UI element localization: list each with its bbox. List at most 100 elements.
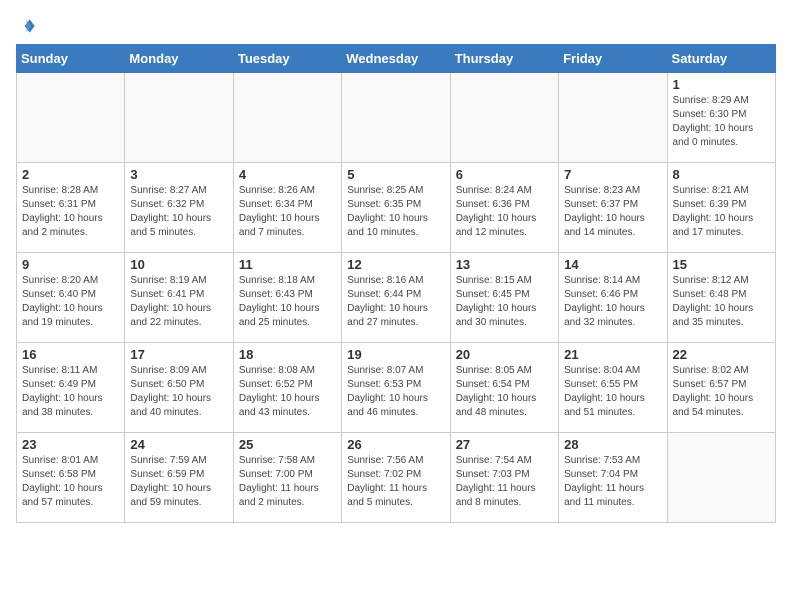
col-header-thursday: Thursday	[450, 45, 558, 73]
day-number: 13	[456, 257, 553, 272]
col-header-friday: Friday	[559, 45, 667, 73]
calendar-cell: 3 Sunrise: 8:27 AM Sunset: 6:32 PM Daylig…	[125, 163, 233, 253]
calendar-cell	[125, 73, 233, 163]
calendar-cell: 1 Sunrise: 8:29 AM Sunset: 6:30 PM Daylig…	[667, 73, 775, 163]
day-number: 7	[564, 167, 661, 182]
calendar-cell: 26 Sunrise: 7:56 AM Sunset: 7:02 PM Dayli…	[342, 433, 450, 523]
calendar-cell: 20 Sunrise: 8:05 AM Sunset: 6:54 PM Dayli…	[450, 343, 558, 433]
day-number: 20	[456, 347, 553, 362]
col-header-wednesday: Wednesday	[342, 45, 450, 73]
day-number: 11	[239, 257, 336, 272]
day-info: Sunrise: 7:56 AM Sunset: 7:02 PM Dayligh…	[347, 454, 444, 510]
calendar-cell	[342, 73, 450, 163]
day-info: Sunrise: 7:59 AM Sunset: 6:59 PM Dayligh…	[130, 454, 227, 510]
day-info: Sunrise: 8:12 AM Sunset: 6:48 PM Dayligh…	[673, 274, 770, 330]
week-row-0: 1 Sunrise: 8:29 AM Sunset: 6:30 PM Daylig…	[17, 73, 776, 163]
day-number: 9	[22, 257, 119, 272]
day-number: 12	[347, 257, 444, 272]
calendar-cell: 22 Sunrise: 8:02 AM Sunset: 6:57 PM Dayli…	[667, 343, 775, 433]
day-info: Sunrise: 8:05 AM Sunset: 6:54 PM Dayligh…	[456, 364, 553, 420]
calendar-cell: 5 Sunrise: 8:25 AM Sunset: 6:35 PM Daylig…	[342, 163, 450, 253]
calendar-header-row: SundayMondayTuesdayWednesdayThursdayFrid…	[17, 45, 776, 73]
header	[16, 16, 776, 36]
day-info: Sunrise: 8:26 AM Sunset: 6:34 PM Dayligh…	[239, 184, 336, 240]
calendar-cell: 16 Sunrise: 8:11 AM Sunset: 6:49 PM Dayli…	[17, 343, 125, 433]
day-number: 19	[347, 347, 444, 362]
calendar-cell: 28 Sunrise: 7:53 AM Sunset: 7:04 PM Dayli…	[559, 433, 667, 523]
calendar-cell: 27 Sunrise: 7:54 AM Sunset: 7:03 PM Dayli…	[450, 433, 558, 523]
day-number: 26	[347, 437, 444, 452]
day-number: 8	[673, 167, 770, 182]
logo-icon	[18, 16, 38, 36]
day-info: Sunrise: 8:15 AM Sunset: 6:45 PM Dayligh…	[456, 274, 553, 330]
calendar-cell: 21 Sunrise: 8:04 AM Sunset: 6:55 PM Dayli…	[559, 343, 667, 433]
day-info: Sunrise: 8:20 AM Sunset: 6:40 PM Dayligh…	[22, 274, 119, 330]
day-info: Sunrise: 8:02 AM Sunset: 6:57 PM Dayligh…	[673, 364, 770, 420]
day-info: Sunrise: 8:28 AM Sunset: 6:31 PM Dayligh…	[22, 184, 119, 240]
day-number: 10	[130, 257, 227, 272]
day-number: 22	[673, 347, 770, 362]
col-header-sunday: Sunday	[17, 45, 125, 73]
day-info: Sunrise: 8:23 AM Sunset: 6:37 PM Dayligh…	[564, 184, 661, 240]
day-info: Sunrise: 8:01 AM Sunset: 6:58 PM Dayligh…	[22, 454, 119, 510]
day-info: Sunrise: 8:09 AM Sunset: 6:50 PM Dayligh…	[130, 364, 227, 420]
day-info: Sunrise: 8:08 AM Sunset: 6:52 PM Dayligh…	[239, 364, 336, 420]
calendar-cell: 12 Sunrise: 8:16 AM Sunset: 6:44 PM Dayli…	[342, 253, 450, 343]
calendar-cell: 4Sunrise: 8:26 AM Sunset: 6:34 PM Daylig…	[233, 163, 341, 253]
day-info: Sunrise: 8:18 AM Sunset: 6:43 PM Dayligh…	[239, 274, 336, 330]
day-info: Sunrise: 8:25 AM Sunset: 6:35 PM Dayligh…	[347, 184, 444, 240]
calendar-cell	[667, 433, 775, 523]
day-number: 28	[564, 437, 661, 452]
day-number: 17	[130, 347, 227, 362]
calendar-cell: 6 Sunrise: 8:24 AM Sunset: 6:36 PM Daylig…	[450, 163, 558, 253]
day-info: Sunrise: 8:11 AM Sunset: 6:49 PM Dayligh…	[22, 364, 119, 420]
calendar-cell: 7 Sunrise: 8:23 AM Sunset: 6:37 PM Daylig…	[559, 163, 667, 253]
day-number: 2	[22, 167, 119, 182]
day-number: 1	[673, 77, 770, 92]
calendar-cell: 10Sunrise: 8:19 AM Sunset: 6:41 PM Dayli…	[125, 253, 233, 343]
calendar-cell	[450, 73, 558, 163]
day-number: 24	[130, 437, 227, 452]
day-info: Sunrise: 8:07 AM Sunset: 6:53 PM Dayligh…	[347, 364, 444, 420]
calendar-cell	[17, 73, 125, 163]
calendar-cell: 19 Sunrise: 8:07 AM Sunset: 6:53 PM Dayli…	[342, 343, 450, 433]
calendar-cell	[559, 73, 667, 163]
day-number: 6	[456, 167, 553, 182]
day-info: Sunrise: 8:04 AM Sunset: 6:55 PM Dayligh…	[564, 364, 661, 420]
calendar-cell: 17 Sunrise: 8:09 AM Sunset: 6:50 PM Dayli…	[125, 343, 233, 433]
calendar-cell: 13 Sunrise: 8:15 AM Sunset: 6:45 PM Dayli…	[450, 253, 558, 343]
calendar-cell	[233, 73, 341, 163]
calendar-cell: 18Sunrise: 8:08 AM Sunset: 6:52 PM Dayli…	[233, 343, 341, 433]
day-info: Sunrise: 8:21 AM Sunset: 6:39 PM Dayligh…	[673, 184, 770, 240]
week-row-1: 2 Sunrise: 8:28 AM Sunset: 6:31 PM Daylig…	[17, 163, 776, 253]
day-number: 5	[347, 167, 444, 182]
logo	[16, 16, 38, 36]
day-number: 21	[564, 347, 661, 362]
day-number: 15	[673, 257, 770, 272]
calendar-cell: 23 Sunrise: 8:01 AM Sunset: 6:58 PM Dayli…	[17, 433, 125, 523]
day-number: 27	[456, 437, 553, 452]
day-number: 16	[22, 347, 119, 362]
calendar-cell: 2 Sunrise: 8:28 AM Sunset: 6:31 PM Daylig…	[17, 163, 125, 253]
calendar-cell: 9 Sunrise: 8:20 AM Sunset: 6:40 PM Daylig…	[17, 253, 125, 343]
day-info: Sunrise: 7:54 AM Sunset: 7:03 PM Dayligh…	[456, 454, 553, 510]
week-row-4: 23 Sunrise: 8:01 AM Sunset: 6:58 PM Dayli…	[17, 433, 776, 523]
calendar-cell: 15 Sunrise: 8:12 AM Sunset: 6:48 PM Dayli…	[667, 253, 775, 343]
day-number: 23	[22, 437, 119, 452]
day-info: Sunrise: 8:16 AM Sunset: 6:44 PM Dayligh…	[347, 274, 444, 330]
day-info: Sunrise: 8:14 AM Sunset: 6:46 PM Dayligh…	[564, 274, 661, 330]
calendar-cell: 14 Sunrise: 8:14 AM Sunset: 6:46 PM Dayli…	[559, 253, 667, 343]
week-row-2: 9 Sunrise: 8:20 AM Sunset: 6:40 PM Daylig…	[17, 253, 776, 343]
calendar-cell: 25Sunrise: 7:58 AM Sunset: 7:00 PM Dayli…	[233, 433, 341, 523]
col-header-monday: Monday	[125, 45, 233, 73]
day-info: Sunrise: 7:53 AM Sunset: 7:04 PM Dayligh…	[564, 454, 661, 510]
day-number: 3	[130, 167, 227, 182]
calendar-cell: 24 Sunrise: 7:59 AM Sunset: 6:59 PM Dayli…	[125, 433, 233, 523]
day-info: Sunrise: 7:58 AM Sunset: 7:00 PM Dayligh…	[239, 454, 336, 510]
day-info: Sunrise: 8:29 AM Sunset: 6:30 PM Dayligh…	[673, 94, 770, 150]
day-number: 14	[564, 257, 661, 272]
calendar-cell: 11 Sunrise: 8:18 AM Sunset: 6:43 PM Dayli…	[233, 253, 341, 343]
week-row-3: 16 Sunrise: 8:11 AM Sunset: 6:49 PM Dayli…	[17, 343, 776, 433]
day-info: Sunrise: 8:27 AM Sunset: 6:32 PM Dayligh…	[130, 184, 227, 240]
day-info: Sunrise: 8:24 AM Sunset: 6:36 PM Dayligh…	[456, 184, 553, 240]
